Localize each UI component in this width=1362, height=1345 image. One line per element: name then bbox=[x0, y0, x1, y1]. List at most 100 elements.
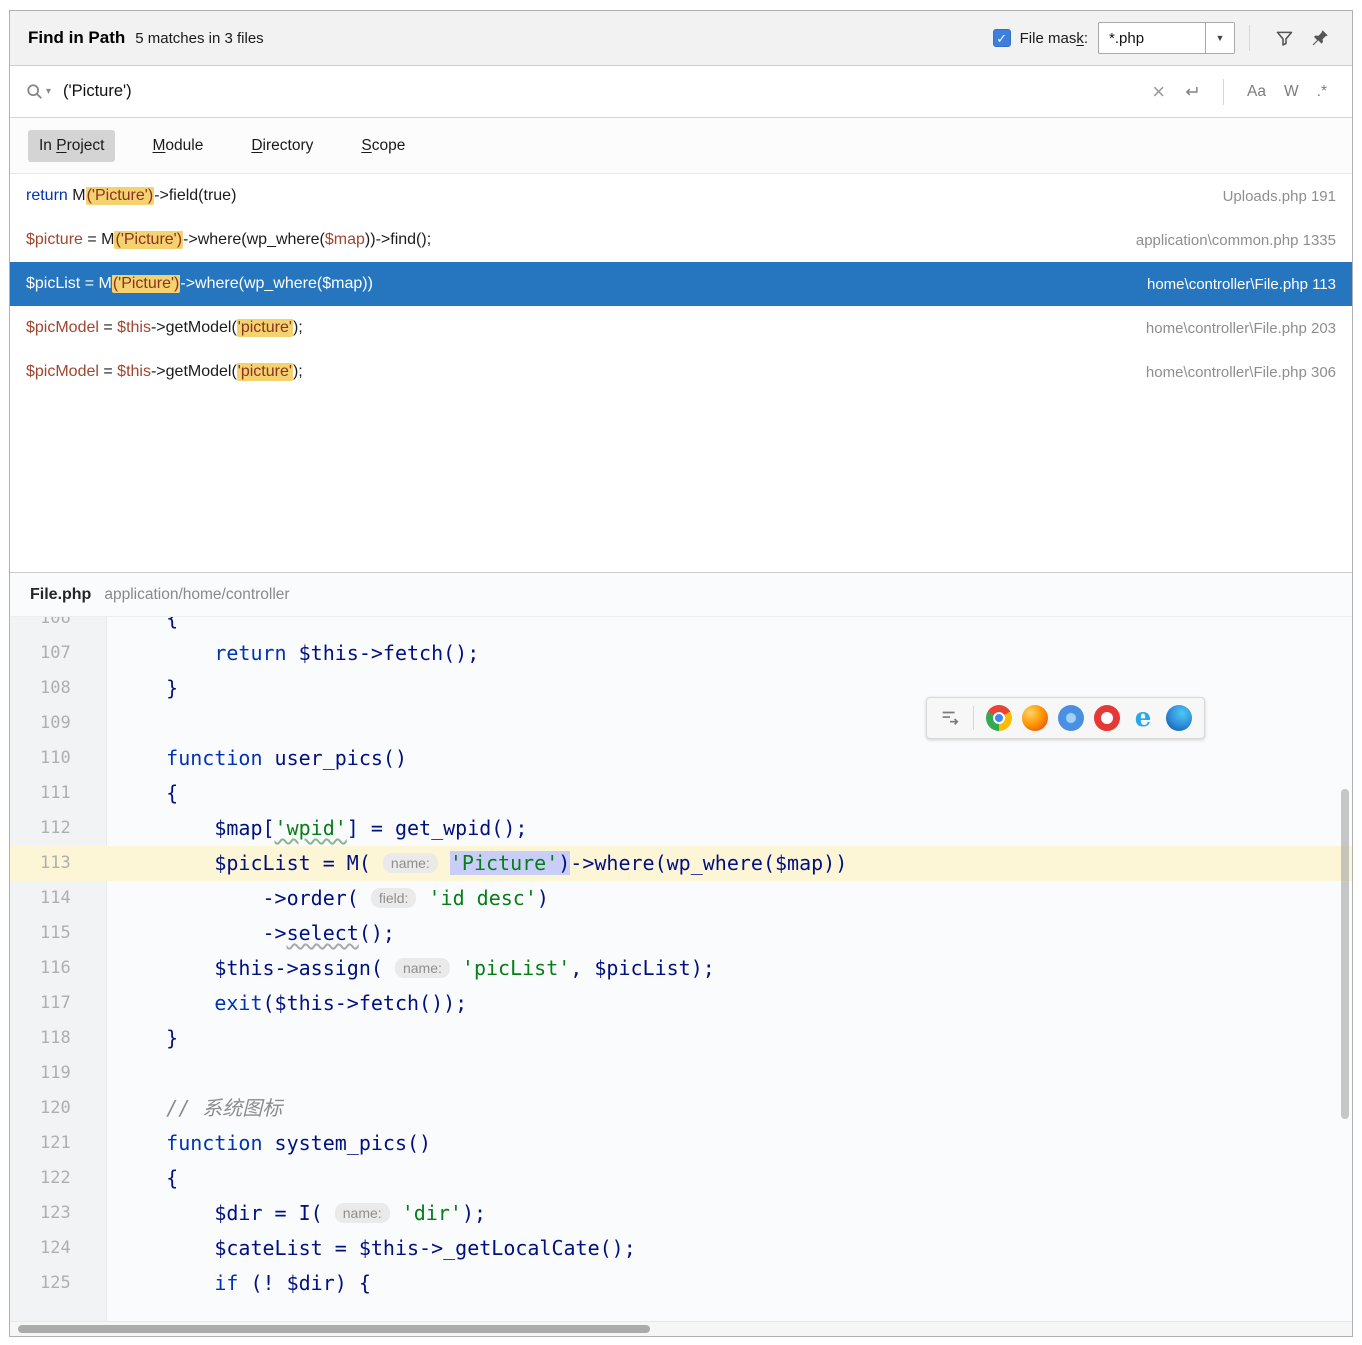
edge-icon[interactable] bbox=[1166, 705, 1192, 731]
result-code: return M('Picture')->field(true) bbox=[26, 187, 1203, 205]
code-text: ->order( field: 'id desc') bbox=[106, 881, 549, 916]
line-number: 116 bbox=[10, 951, 106, 986]
preview-header: File.php application/home/controller bbox=[10, 573, 1352, 617]
open-in-browser-icon[interactable] bbox=[939, 707, 961, 729]
editor-line[interactable]: 112 $map['wpid'] = get_wpid(); bbox=[10, 811, 1352, 846]
result-code: $picList = M('Picture')->where(wp_where(… bbox=[26, 275, 1127, 293]
chrome-icon[interactable] bbox=[986, 705, 1012, 731]
horizontal-scrollbar-thumb[interactable] bbox=[18, 1325, 650, 1333]
editor-line[interactable]: 120 // 系统图标 bbox=[10, 1091, 1352, 1126]
line-number: 115 bbox=[10, 916, 106, 951]
editor-line[interactable]: 107 return $this->fetch(); bbox=[10, 636, 1352, 671]
code-text bbox=[106, 1056, 118, 1091]
editor-line[interactable]: 124 $cateList = $this->_getLocalCate(); bbox=[10, 1231, 1352, 1266]
code-text: $dir = I( name: 'dir'); bbox=[106, 1196, 486, 1231]
chromium-icon[interactable] bbox=[1058, 705, 1084, 731]
search-result-row[interactable]: $picture = M('Picture')->where(wp_where(… bbox=[10, 218, 1352, 262]
code-text: { bbox=[106, 776, 178, 811]
vertical-scrollbar-thumb[interactable] bbox=[1341, 789, 1349, 1119]
horizontal-scrollbar[interactable] bbox=[10, 1321, 1352, 1336]
code-text: $picList = M( name: 'Picture')->where(wp… bbox=[106, 846, 847, 881]
parameter-hint: field: bbox=[371, 888, 417, 908]
scope-tab-module[interactable]: Module bbox=[141, 130, 214, 162]
regex-toggle[interactable]: .* bbox=[1317, 83, 1327, 101]
search-icon[interactable]: ▾ bbox=[26, 83, 51, 101]
editor-line[interactable]: 111 { bbox=[10, 776, 1352, 811]
search-result-row[interactable]: return M('Picture')->field(true) Uploads… bbox=[10, 174, 1352, 218]
search-field[interactable]: ▾ ('Picture') × Aa W .* bbox=[10, 66, 1352, 118]
editor-line[interactable]: 117 exit($this->fetch()); bbox=[10, 986, 1352, 1021]
editor-line[interactable]: 125 if (! $dir) { bbox=[10, 1266, 1352, 1301]
insert-newline-icon[interactable] bbox=[1181, 82, 1201, 102]
dropdown-arrow-icon[interactable]: ▼ bbox=[1205, 23, 1234, 53]
file-mask-value[interactable]: *.php bbox=[1099, 23, 1205, 53]
file-mask-combo[interactable]: *.php ▼ bbox=[1098, 22, 1235, 54]
opera-icon[interactable] bbox=[1094, 705, 1120, 731]
preview-file-name: File.php bbox=[30, 586, 91, 604]
divider bbox=[973, 706, 974, 730]
file-mask-checkbox[interactable]: ✓ bbox=[993, 29, 1011, 47]
scope-tabs: In Project Module Directory Scope bbox=[10, 118, 1352, 174]
filter-button[interactable] bbox=[1270, 24, 1299, 53]
code-text: { bbox=[106, 617, 178, 636]
internet-explorer-icon[interactable] bbox=[1130, 705, 1156, 731]
scope-tab-in-project[interactable]: In Project bbox=[28, 130, 115, 162]
divider bbox=[1223, 79, 1224, 105]
search-result-row[interactable]: $picModel = $this->getModel('picture'); … bbox=[10, 306, 1352, 350]
scope-tab-scope[interactable]: Scope bbox=[350, 130, 416, 162]
line-number: 118 bbox=[10, 1021, 106, 1056]
editor-line[interactable]: 114 ->order( field: 'id desc') bbox=[10, 881, 1352, 916]
code-text: } bbox=[106, 671, 178, 706]
parameter-hint: name: bbox=[335, 1203, 390, 1223]
result-code: $picModel = $this->getModel('picture'); bbox=[26, 319, 1126, 337]
editor-line[interactable]: 118 } bbox=[10, 1021, 1352, 1056]
code-editor[interactable]: 106 { 107 return $this->fetch(); 108 } 1… bbox=[10, 617, 1352, 1321]
dialog-title: Find in Path bbox=[28, 28, 125, 48]
editor-line-highlighted[interactable]: 113 $picList = M( name: 'Picture')->wher… bbox=[10, 846, 1352, 881]
editor-line[interactable]: 110 function user_pics() bbox=[10, 741, 1352, 776]
code-text: $cateList = $this->_getLocalCate(); bbox=[106, 1231, 636, 1266]
result-location: home\controller\File.php 203 bbox=[1146, 320, 1336, 337]
search-result-row-selected[interactable]: $picList = M('Picture')->where(wp_where(… bbox=[10, 262, 1352, 306]
code-text: function user_pics() bbox=[106, 741, 407, 776]
code-text bbox=[106, 706, 118, 741]
code-text: if (! $dir) { bbox=[106, 1266, 371, 1301]
line-number: 106 bbox=[10, 617, 106, 636]
words-toggle[interactable]: W bbox=[1284, 83, 1299, 101]
line-number: 121 bbox=[10, 1126, 106, 1161]
line-number: 112 bbox=[10, 811, 106, 846]
code-text: return $this->fetch(); bbox=[106, 636, 479, 671]
match-case-toggle[interactable]: Aa bbox=[1247, 83, 1266, 101]
search-input[interactable]: ('Picture') bbox=[63, 82, 1144, 101]
pin-icon bbox=[1309, 28, 1330, 49]
line-number: 117 bbox=[10, 986, 106, 1021]
editor-line[interactable]: 106 { bbox=[10, 617, 1352, 636]
editor-line[interactable]: 116 $this->assign( name: 'picList', $pic… bbox=[10, 951, 1352, 986]
results-list: return M('Picture')->field(true) Uploads… bbox=[10, 174, 1352, 572]
result-location: home\controller\File.php 306 bbox=[1146, 364, 1336, 381]
firefox-icon[interactable] bbox=[1022, 705, 1048, 731]
editor-line[interactable]: 115 ->select(); bbox=[10, 916, 1352, 951]
clear-search-icon[interactable]: × bbox=[1152, 82, 1165, 102]
editor-line[interactable]: 119 bbox=[10, 1056, 1352, 1091]
browser-toolbar bbox=[926, 697, 1205, 739]
search-result-row[interactable]: $picModel = $this->getModel('picture'); … bbox=[10, 350, 1352, 394]
line-number: 108 bbox=[10, 671, 106, 706]
file-mask-label[interactable]: File mask: bbox=[1020, 30, 1088, 47]
find-in-path-dialog: Find in Path 5 matches in 3 files ✓ File… bbox=[9, 10, 1353, 1337]
editor-line[interactable]: 123 $dir = I( name: 'dir'); bbox=[10, 1196, 1352, 1231]
title-bar: Find in Path 5 matches in 3 files ✓ File… bbox=[10, 11, 1352, 66]
code-text: } bbox=[106, 1021, 178, 1056]
editor-line[interactable]: 121 function system_pics() bbox=[10, 1126, 1352, 1161]
search-history-caret-icon[interactable]: ▾ bbox=[46, 86, 51, 97]
pin-button[interactable] bbox=[1305, 24, 1334, 53]
result-code: $picture = M('Picture')->where(wp_where(… bbox=[26, 231, 1116, 249]
match-count: 5 matches in 3 files bbox=[135, 30, 263, 47]
line-number: 124 bbox=[10, 1231, 106, 1266]
scope-tab-directory[interactable]: Directory bbox=[240, 130, 324, 162]
line-number: 109 bbox=[10, 706, 106, 741]
parameter-hint: name: bbox=[383, 853, 438, 873]
editor-line[interactable]: 122 { bbox=[10, 1161, 1352, 1196]
result-code: $picModel = $this->getModel('picture'); bbox=[26, 363, 1126, 381]
code-text: // 系统图标 bbox=[106, 1091, 282, 1126]
